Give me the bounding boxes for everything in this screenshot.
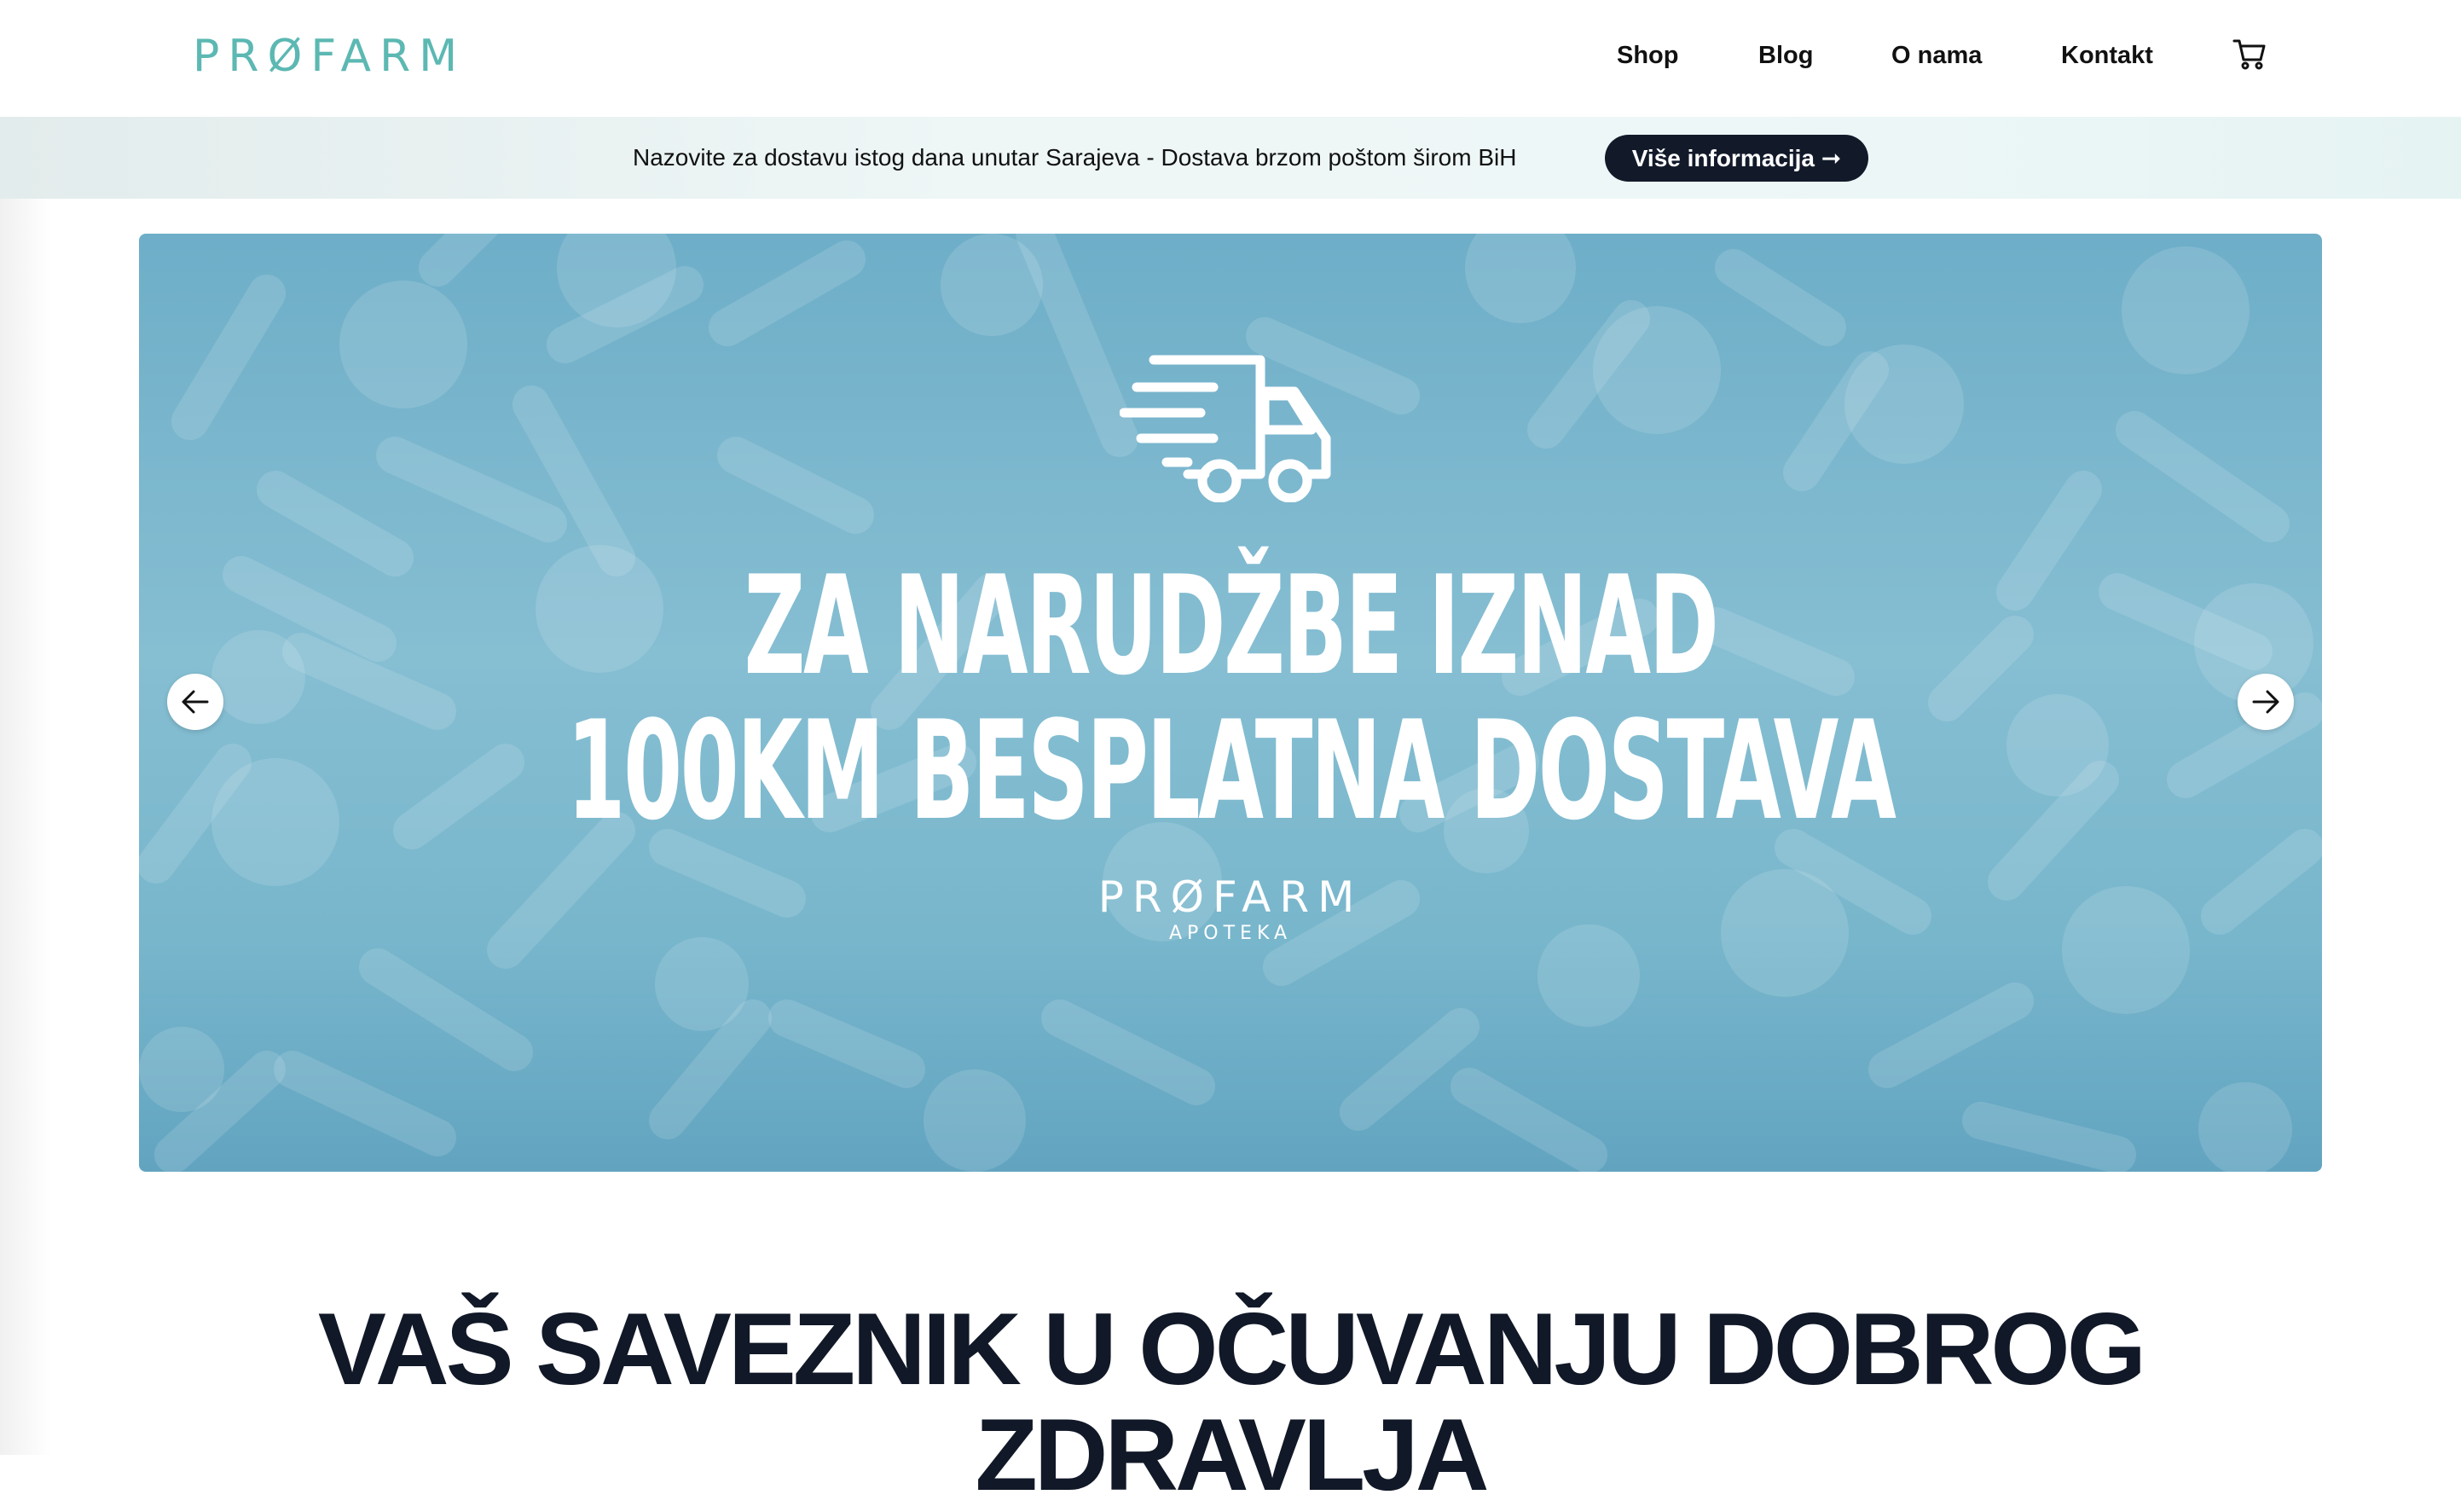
site-header: PRØFARM Shop Blog O nama Kontakt bbox=[0, 0, 2461, 117]
headline-line-1: VAŠ SAVEZNIK U OČUVANJU DOBROG bbox=[317, 1292, 2146, 1407]
slider-next-button[interactable] bbox=[2238, 674, 2294, 730]
hero-logo: PRØFARM bbox=[1097, 872, 1364, 922]
arrow-right-icon bbox=[2252, 690, 2279, 714]
cart-icon[interactable] bbox=[2232, 38, 2267, 70]
nav-o-nama[interactable]: O nama bbox=[1891, 34, 1982, 77]
page-headline: VAŠ SAVEZNIK U OČUVANJU DOBROG ZDRAVLJA bbox=[0, 1296, 2461, 1508]
delivery-truck-icon bbox=[1120, 355, 1331, 502]
announcement-text: Nazovite za dostavu istog dana unutar Sa… bbox=[633, 144, 1517, 171]
hero-logo-subtitle: APOTEKA bbox=[1168, 923, 1293, 944]
slider-prev-button[interactable] bbox=[167, 674, 223, 730]
hero-banner[interactable]: ZA NARUDŽBE IZNAD 100KM BESPLATNA DOSTAV… bbox=[139, 234, 2322, 1172]
hero-line-2: 100KM BESPLATNA DOSTAVA bbox=[566, 691, 1896, 850]
site-logo[interactable]: PRØFARM bbox=[193, 31, 466, 82]
headline-line-2: ZDRAVLJA bbox=[975, 1398, 1489, 1512]
more-info-button[interactable]: Više informacija ➞ bbox=[1605, 135, 1868, 182]
arrow-left-icon bbox=[182, 690, 209, 714]
announcement-bar: Nazovite za dostavu istog dana unutar Sa… bbox=[0, 117, 2461, 199]
nav-kontakt[interactable]: Kontakt bbox=[2061, 34, 2153, 77]
nav-shop[interactable]: Shop bbox=[1617, 34, 1679, 77]
nav-blog[interactable]: Blog bbox=[1758, 34, 1813, 77]
hero-line-1: ZA NARUDŽBE IZNAD bbox=[744, 546, 1719, 705]
edge-shadow bbox=[0, 0, 51, 1455]
